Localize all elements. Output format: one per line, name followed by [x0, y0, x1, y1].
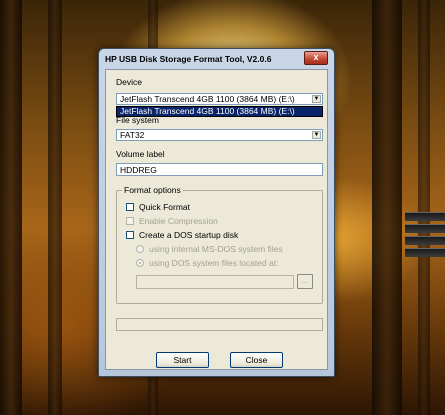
device-dropdown-item-label: JetFlash Transcend 4GB 1100 (3864 MB) (E… [120, 106, 295, 116]
file-system-selected-value: FAT32 [120, 130, 145, 140]
volume-label-input[interactable] [117, 164, 322, 175]
title-bar[interactable]: HP USB Disk Storage Format Tool, V2.0.6 … [99, 49, 334, 69]
tree-trunk [48, 0, 62, 415]
taskbar-fragment [405, 212, 445, 221]
close-window-button[interactable]: x [304, 51, 328, 65]
taskbar-fragment [405, 248, 445, 257]
tree-trunk [0, 0, 22, 415]
tree-trunk [418, 0, 430, 415]
device-select[interactable]: JetFlash Transcend 4GB 1100 (3864 MB) (E… [116, 93, 323, 105]
start-button-label: Start [173, 355, 192, 365]
taskbar-fragment [405, 236, 445, 245]
quick-format-checkbox[interactable] [126, 203, 134, 211]
chevron-down-icon[interactable]: ▼ [312, 95, 321, 103]
volume-label-label: Volume label [116, 149, 165, 159]
volume-label-field[interactable] [116, 163, 323, 176]
dos-startup-label[interactable]: Create a DOS startup disk [139, 230, 238, 240]
chevron-down-icon[interactable]: ▼ [312, 131, 321, 139]
close-button[interactable]: Close [230, 352, 283, 368]
enable-compression-label[interactable]: Enable Compression [139, 216, 218, 226]
tree-trunk [372, 0, 402, 415]
device-label: Device [116, 77, 142, 87]
enable-compression-checkbox[interactable] [126, 217, 134, 225]
internal-msdos-radio[interactable] [136, 245, 144, 253]
internal-msdos-label[interactable]: using internal MS-DOS system files [149, 244, 283, 254]
window-title: HP USB Disk Storage Format Tool, V2.0.6 [105, 54, 272, 64]
close-button-label: Close [245, 355, 268, 365]
dos-files-located-radio[interactable] [136, 259, 144, 267]
start-button[interactable]: Start [156, 352, 209, 368]
format-options-title: Format options [122, 185, 183, 195]
device-selected-value: JetFlash Transcend 4GB 1100 (3864 MB) (E… [120, 94, 295, 104]
format-tool-window: HP USB Disk Storage Format Tool, V2.0.6 … [98, 48, 335, 377]
dos-startup-checkbox[interactable] [126, 231, 134, 239]
dos-files-path-input[interactable] [136, 275, 294, 289]
format-progress-bar [116, 318, 323, 331]
quick-format-label[interactable]: Quick Format [139, 202, 190, 212]
browse-button[interactable]: ... [297, 274, 313, 289]
device-dropdown-item[interactable]: JetFlash Transcend 4GB 1100 (3864 MB) (E… [116, 106, 323, 117]
file-system-select[interactable]: FAT32 ▼ [116, 129, 323, 141]
dialog-client-area: Device JetFlash Transcend 4GB 1100 (3864… [105, 69, 328, 370]
browse-button-label: ... [301, 276, 309, 285]
dos-files-located-label[interactable]: using DOS system files located at: [149, 258, 278, 268]
taskbar-fragment [405, 224, 445, 233]
close-icon: x [313, 52, 319, 62]
format-options-group: Format options Quick Format Enable Compr… [116, 185, 323, 304]
